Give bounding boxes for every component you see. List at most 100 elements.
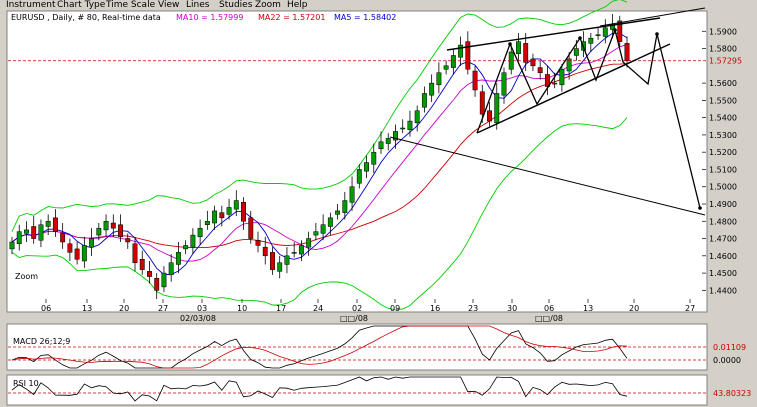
candle-body [132, 243, 138, 263]
candle-body [429, 82, 435, 96]
date-tick-label: 27 [158, 304, 168, 313]
candle-body [588, 37, 594, 44]
candle-body [378, 141, 384, 149]
current-price-label: 1.57295 [709, 57, 742, 66]
date-tick-label: 17 [276, 304, 286, 313]
candle-body [74, 248, 80, 260]
candle-body [248, 217, 254, 239]
macd-panel [6, 323, 708, 371]
date-tick-label: 09 [390, 304, 400, 313]
date-tick-label: 03 [197, 304, 207, 313]
candle-body [465, 41, 471, 70]
candle-body [298, 245, 304, 255]
date-tick-label: 10 [237, 304, 247, 313]
candle-body [125, 238, 131, 243]
date-tick-label: 23 [468, 304, 478, 313]
candle-body [421, 93, 427, 108]
candle-body [284, 255, 290, 265]
candle-body [24, 229, 29, 234]
candle-body [479, 91, 485, 115]
candle-body [31, 226, 37, 239]
candle-body [595, 34, 601, 36]
candle-body [537, 67, 543, 73]
date-tick-label: 13 [583, 304, 593, 313]
candle-body [573, 48, 579, 56]
candle-body [16, 231, 22, 244]
candle-body [487, 110, 492, 122]
candle-body [270, 252, 275, 270]
candle-body [262, 246, 268, 257]
price-tick-label: 1.5400 [709, 114, 737, 123]
candle-body [103, 221, 109, 231]
candle-body [96, 227, 102, 236]
candle-body [204, 221, 210, 225]
candle-body [190, 234, 196, 248]
candle-body [110, 222, 116, 229]
candle-body [183, 245, 189, 250]
price-tick-label: 1.4700 [709, 235, 737, 244]
candle-body [356, 169, 362, 184]
date-tick-label: 24 [313, 304, 323, 313]
date-tick-label: 06 [41, 304, 51, 313]
macd-value-label: 0.01109 [713, 343, 746, 352]
main-chart-panel [6, 10, 708, 313]
candle-body [349, 186, 355, 203]
candle-body [255, 240, 261, 246]
candle-body [364, 162, 369, 172]
candle-body [81, 245, 87, 262]
candle-body [501, 72, 507, 96]
chart-canvas: EURUSD , Daily, # 80, Real-time data MA10… [6, 0, 751, 406]
rsi-value-label: 43.80323 [713, 389, 751, 398]
date-tick-label: 02 [352, 304, 362, 313]
candle-body [523, 43, 529, 63]
price-tick-label: 1.4400 [709, 286, 737, 295]
price-tick-label: 1.5800 [709, 45, 737, 54]
candle-body [559, 69, 565, 86]
candle-body [414, 110, 420, 124]
date-tick-label: 06 [544, 304, 554, 313]
candle-body [9, 241, 15, 250]
candle-body [118, 224, 123, 238]
candle-body [602, 27, 608, 37]
candle-body [385, 138, 391, 144]
macd-label: MACD 26;12;9 [13, 337, 70, 346]
ma22-label: MA22 = 1.57201 [258, 13, 325, 22]
arrowhead [578, 36, 582, 40]
candle-body [458, 44, 464, 58]
arrowhead [698, 206, 702, 210]
price-tick-label: 1.5600 [709, 79, 737, 88]
ma10-label: MA10 = 1.57999 [176, 13, 243, 22]
macd-zero-label: 0.0000 [713, 356, 741, 365]
rsi-panel [6, 374, 708, 406]
candle-body [624, 43, 630, 61]
arrowhead [613, 28, 617, 32]
price-tick-label: 1.4900 [709, 200, 737, 209]
price-tick-label: 1.5100 [709, 165, 737, 174]
price-tick-label: 1.5900 [709, 27, 737, 36]
candle-body [233, 200, 239, 210]
zoom-label: Zoom [15, 272, 38, 281]
month-label: □□/08 [340, 314, 368, 323]
candle-body [38, 224, 44, 241]
candle-body [436, 72, 442, 86]
candle-body [327, 217, 333, 227]
candle-body [371, 151, 377, 165]
date-tick-label: 20 [119, 304, 129, 313]
candle-body [530, 58, 536, 67]
candle-body [67, 243, 73, 253]
candle-body [291, 252, 297, 254]
candle-body [472, 70, 478, 91]
candle-body [147, 271, 152, 277]
candle-body [60, 233, 66, 243]
date-tick-label: 13 [82, 304, 92, 313]
candle-body [139, 259, 145, 270]
candle-body [320, 224, 326, 234]
price-tick-label: 1.4500 [709, 269, 737, 278]
price-tick-label: 1.5300 [709, 131, 737, 140]
candle-body [89, 238, 95, 248]
candle-body [342, 200, 348, 213]
candle-body [154, 278, 160, 291]
arrowhead [655, 32, 659, 36]
candle-body [45, 221, 51, 227]
candle-body [175, 252, 181, 265]
